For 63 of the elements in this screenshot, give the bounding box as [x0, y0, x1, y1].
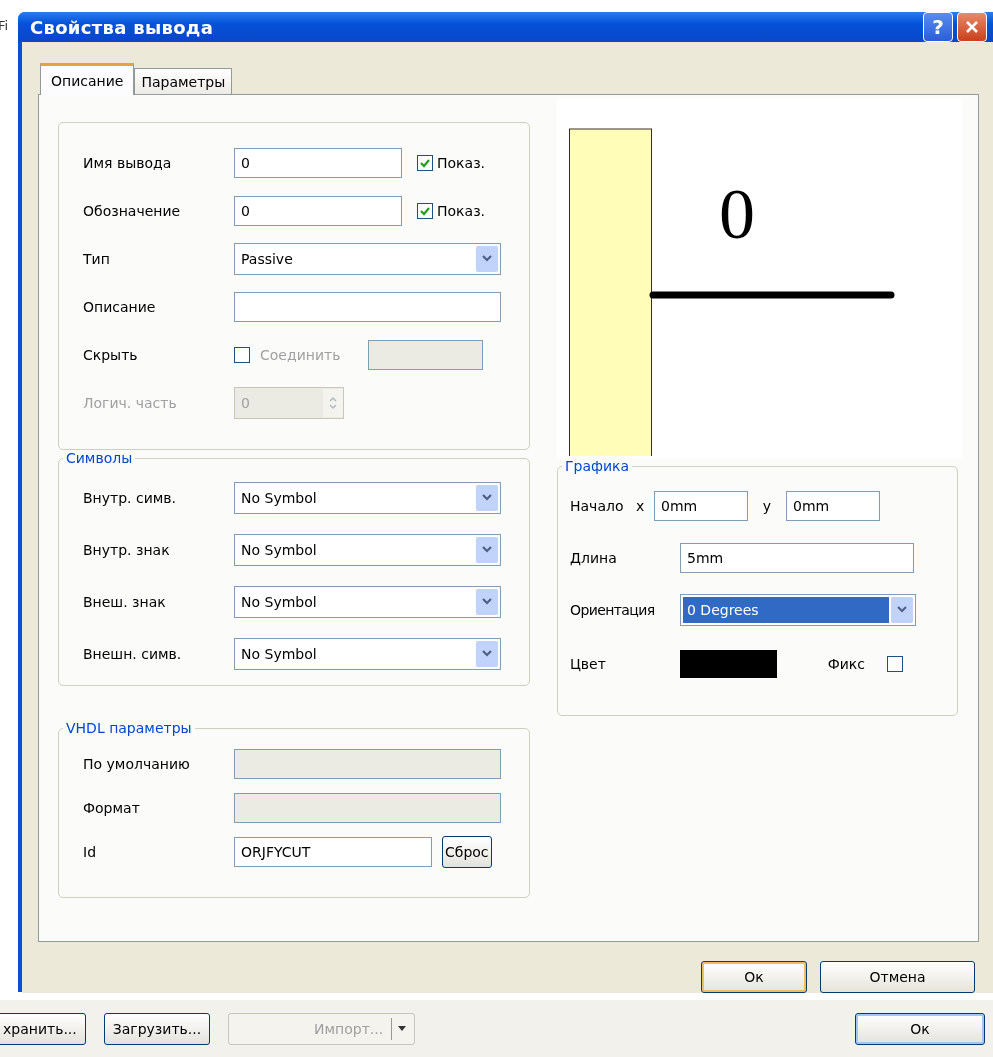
field-label: Обозначение — [83, 203, 182, 219]
field-label: Внеш. знак — [83, 594, 167, 610]
toolbar-button[interactable]: Загрузить... — [103, 1012, 211, 1045]
field-label: По умолчанию — [83, 756, 191, 772]
tab[interactable]: Описание — [40, 63, 135, 95]
checkbox[interactable] — [417, 203, 433, 219]
field-label: Цвет — [570, 656, 607, 672]
text-field[interactable]: 0mm — [786, 491, 880, 521]
text-field[interactable] — [234, 292, 501, 322]
text-field[interactable] — [234, 749, 501, 779]
pin-name: 0 — [719, 178, 755, 250]
ok-button[interactable]: Ок — [701, 961, 807, 993]
ok-button[interactable]: Ок — [855, 1012, 985, 1045]
tab[interactable]: Параметры — [134, 68, 233, 94]
group-title: Символы — [65, 450, 134, 466]
checkbox-label: Соединить — [260, 347, 342, 363]
field-label: x — [636, 498, 646, 514]
field-label: Начало — [570, 498, 625, 514]
dropdown[interactable]: No Symbol — [234, 586, 501, 618]
field-label: Скрыть — [83, 347, 139, 363]
text-field[interactable]: 5mm — [680, 543, 914, 573]
field-label: Длина — [570, 550, 618, 566]
group-title: VHDL параметры — [65, 720, 193, 736]
checkbox-label: Показ. — [437, 203, 486, 219]
close-icon[interactable] — [964, 19, 980, 35]
dropdown[interactable]: Passive — [234, 243, 501, 275]
reset-button[interactable]: Сброс — [442, 836, 492, 868]
window-text-fragment: Fi — [0, 18, 9, 33]
dropdown[interactable]: No Symbol — [234, 482, 501, 514]
checkbox[interactable] — [417, 155, 433, 171]
field-label: Имя вывода — [83, 155, 173, 171]
checkbox-label: Показ. — [437, 155, 486, 171]
help-button[interactable]: ? — [923, 12, 953, 42]
color-swatch[interactable] — [680, 650, 777, 678]
text-field[interactable]: 0 — [234, 148, 402, 178]
window-title: Свойства вывода — [30, 16, 214, 38]
dropdown[interactable]: No Symbol — [234, 638, 501, 670]
field-label: Внутр. симв. — [83, 490, 178, 506]
toolbar-button[interactable]: хранить... — [0, 1012, 86, 1045]
text-field[interactable]: 0mm — [654, 491, 748, 521]
field-label: Фикс — [826, 656, 866, 672]
field-label: Ориентация — [570, 602, 656, 618]
text-field[interactable]: ORJFYCUT — [234, 837, 432, 867]
check-icon — [419, 157, 431, 169]
checkbox[interactable] — [234, 347, 250, 363]
check-icon — [419, 205, 431, 217]
group-title: Графика — [564, 458, 631, 474]
field-label: Тип — [83, 251, 111, 267]
field-label: Формат — [83, 800, 141, 816]
field-label: Логич. часть — [83, 395, 178, 411]
field-label: y — [761, 498, 773, 514]
close-button[interactable] — [957, 12, 987, 42]
text-field[interactable] — [234, 793, 501, 823]
field-label: Описание — [83, 299, 157, 315]
dropdown[interactable]: No Symbol — [234, 534, 501, 566]
field-label: Внутр. знак — [83, 542, 171, 558]
field-label: Внешн. симв. — [83, 646, 183, 662]
dropdown[interactable]: 0 Degrees — [680, 594, 916, 626]
text-field[interactable] — [368, 340, 483, 370]
checkbox[interactable] — [887, 656, 903, 672]
field-label: Id — [83, 844, 97, 860]
text-field[interactable]: 0 — [234, 196, 402, 226]
cancel-button[interactable]: Отмена — [820, 961, 975, 993]
